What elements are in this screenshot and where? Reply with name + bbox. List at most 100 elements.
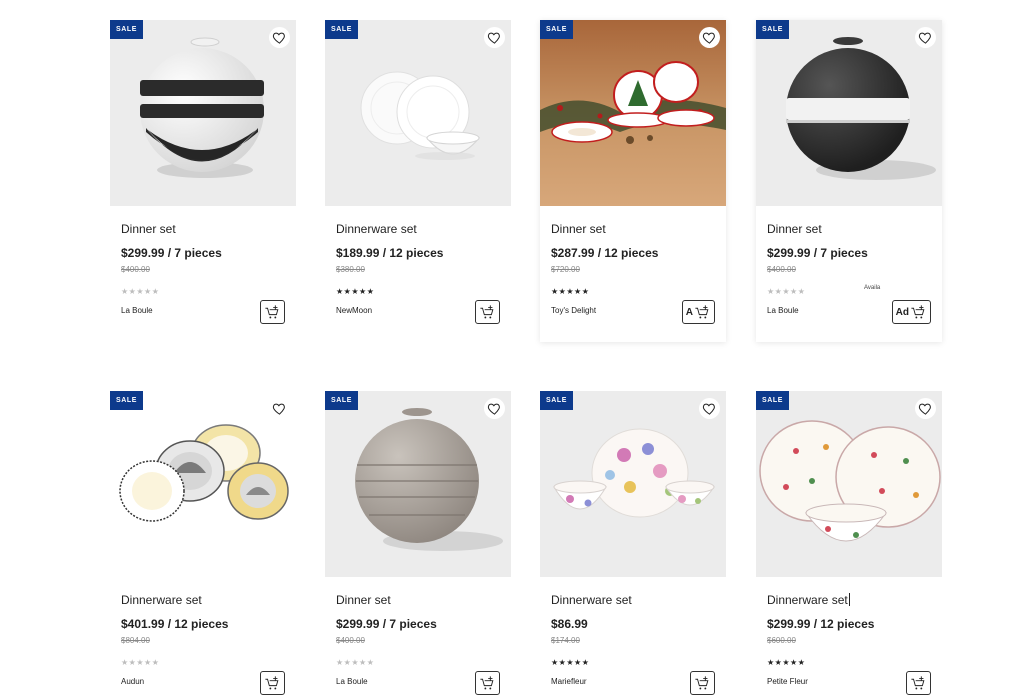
cart-plus-icon xyxy=(695,304,709,318)
cart-plus-icon xyxy=(265,675,279,689)
product-title[interactable]: Dinner set xyxy=(121,222,176,236)
add-to-cart-button[interactable]: Ad xyxy=(891,300,931,324)
product-price: $299.99 / 7 pieces xyxy=(121,246,222,260)
product-brand: Audun xyxy=(121,677,145,686)
product-card[interactable]: SALE Dinnerware set $299.99 / 12 pieces … xyxy=(756,391,942,696)
product-old-price: $400.00 xyxy=(767,265,796,274)
product-price: $299.99 / 7 pieces xyxy=(767,246,868,260)
add-to-cart-button[interactable] xyxy=(260,300,285,324)
rating-stars: ★★★★★ xyxy=(767,658,806,667)
wishlist-button[interactable] xyxy=(269,398,290,419)
product-title[interactable]: Dinnerware set xyxy=(336,222,417,236)
product-old-price: $380.00 xyxy=(336,265,365,274)
text-cursor xyxy=(848,593,850,606)
rating-stars: ★★★★★ xyxy=(336,658,375,667)
product-old-price: $400.00 xyxy=(336,636,365,645)
wishlist-button[interactable] xyxy=(699,27,720,48)
product-brand: Mariefleur xyxy=(551,677,587,686)
heart-icon xyxy=(272,32,285,44)
product-image[interactable] xyxy=(540,391,726,577)
product-card[interactable]: SALE Dinner set $299.99 / 7 pieces $400.… xyxy=(110,20,296,342)
wishlist-button[interactable] xyxy=(484,398,505,419)
heart-icon xyxy=(487,32,500,44)
product-price: $299.99 / 12 pieces xyxy=(767,617,875,631)
sale-badge: SALE xyxy=(756,20,789,39)
rating-stars: ★★★★★ xyxy=(336,287,375,296)
product-old-price: $600.00 xyxy=(767,636,796,645)
product-old-price: $720.00 xyxy=(551,265,580,274)
add-to-cart-button[interactable] xyxy=(475,300,500,324)
add-to-cart-button[interactable] xyxy=(475,671,500,695)
product-image[interactable] xyxy=(110,20,296,206)
product-card[interactable]: SALE Dinnerware set $401.99 / 12 pieces … xyxy=(110,391,296,696)
product-image[interactable] xyxy=(325,20,511,206)
product-price: $86.99 xyxy=(551,617,588,631)
floral-dinnerware-image xyxy=(553,428,715,518)
heart-icon xyxy=(918,32,931,44)
sale-badge: SALE xyxy=(540,20,573,39)
wishlist-button[interactable] xyxy=(915,398,936,419)
product-price: $189.99 / 12 pieces xyxy=(336,246,444,260)
cart-plus-icon xyxy=(480,304,494,318)
product-image[interactable] xyxy=(540,20,726,206)
rating-stars: ★★★★★ xyxy=(121,658,160,667)
product-old-price: $400.00 xyxy=(121,265,150,274)
rating-stars: ★★★★★ xyxy=(551,658,590,667)
sale-badge: SALE xyxy=(540,391,573,410)
product-title[interactable]: Dinnerware set xyxy=(767,593,850,607)
add-to-cart-label: A xyxy=(685,306,693,318)
bowl-stack-image xyxy=(355,408,503,551)
sale-badge: SALE xyxy=(756,391,789,410)
cart-plus-icon xyxy=(265,304,279,318)
product-title[interactable]: Dinnerware set xyxy=(551,593,632,607)
wishlist-button[interactable] xyxy=(915,27,936,48)
product-title[interactable]: Dinner set xyxy=(767,222,822,236)
cart-plus-icon xyxy=(911,675,925,689)
availability-tooltip: Availa xyxy=(864,285,881,291)
add-to-cart-button[interactable] xyxy=(260,671,285,695)
heart-icon xyxy=(702,32,715,44)
product-card[interactable]: SALE Dinnerware set $86.99 $174.00 ★★★★★… xyxy=(540,391,726,696)
product-image[interactable] xyxy=(110,391,296,577)
product-brand: La Boule xyxy=(121,306,153,315)
product-image[interactable] xyxy=(756,20,942,206)
wishlist-button[interactable] xyxy=(699,398,720,419)
product-title[interactable]: Dinner set xyxy=(336,593,391,607)
bowl-stack-image xyxy=(786,37,936,180)
wishlist-button[interactable] xyxy=(269,27,290,48)
product-brand: La Boule xyxy=(336,677,368,686)
heart-icon xyxy=(918,403,931,415)
product-image[interactable] xyxy=(325,391,511,577)
rating-stars: ★★★★★ xyxy=(551,287,590,296)
cart-plus-icon xyxy=(695,675,709,689)
product-old-price: $174.00 xyxy=(551,636,580,645)
add-to-cart-button[interactable] xyxy=(690,671,715,695)
product-card[interactable]: SALE Dinnerware set $189.99 / 12 pieces … xyxy=(325,20,511,342)
sale-badge: SALE xyxy=(110,20,143,39)
product-image[interactable] xyxy=(756,391,942,577)
product-title[interactable]: Dinnerware set xyxy=(121,593,202,607)
product-price: $401.99 / 12 pieces xyxy=(121,617,229,631)
white-plates-image xyxy=(360,71,481,160)
product-brand: La Boule xyxy=(767,306,799,315)
product-card[interactable]: SALE Dinner set $299.99 / 7 pieces $400.… xyxy=(325,391,511,696)
rating-stars: ★★★★★ xyxy=(767,287,806,296)
heart-icon xyxy=(272,403,285,415)
bowl-stack-image xyxy=(140,37,264,178)
product-brand: Toy's Delight xyxy=(551,306,597,315)
wishlist-button[interactable] xyxy=(484,27,505,48)
product-price: $299.99 / 7 pieces xyxy=(336,617,437,631)
sale-badge: SALE xyxy=(325,391,358,410)
add-to-cart-button[interactable] xyxy=(906,671,931,695)
christmas-dinnerware-image xyxy=(540,20,726,206)
product-old-price: $804.00 xyxy=(121,636,150,645)
add-to-cart-label: Ad xyxy=(895,306,909,318)
product-card[interactable]: SALE Dinner set $287.99 / 12 pieces $720… xyxy=(540,20,726,342)
product-card[interactable]: SALE Dinner set $299.99 / 7 pieces $400.… xyxy=(756,20,942,342)
audun-plates-image xyxy=(119,424,289,522)
product-title[interactable]: Dinner set xyxy=(551,222,606,236)
add-to-cart-button[interactable]: A xyxy=(681,300,715,324)
product-price: $287.99 / 12 pieces xyxy=(551,246,659,260)
heart-icon xyxy=(487,403,500,415)
product-brand: NewMoon xyxy=(336,306,373,315)
